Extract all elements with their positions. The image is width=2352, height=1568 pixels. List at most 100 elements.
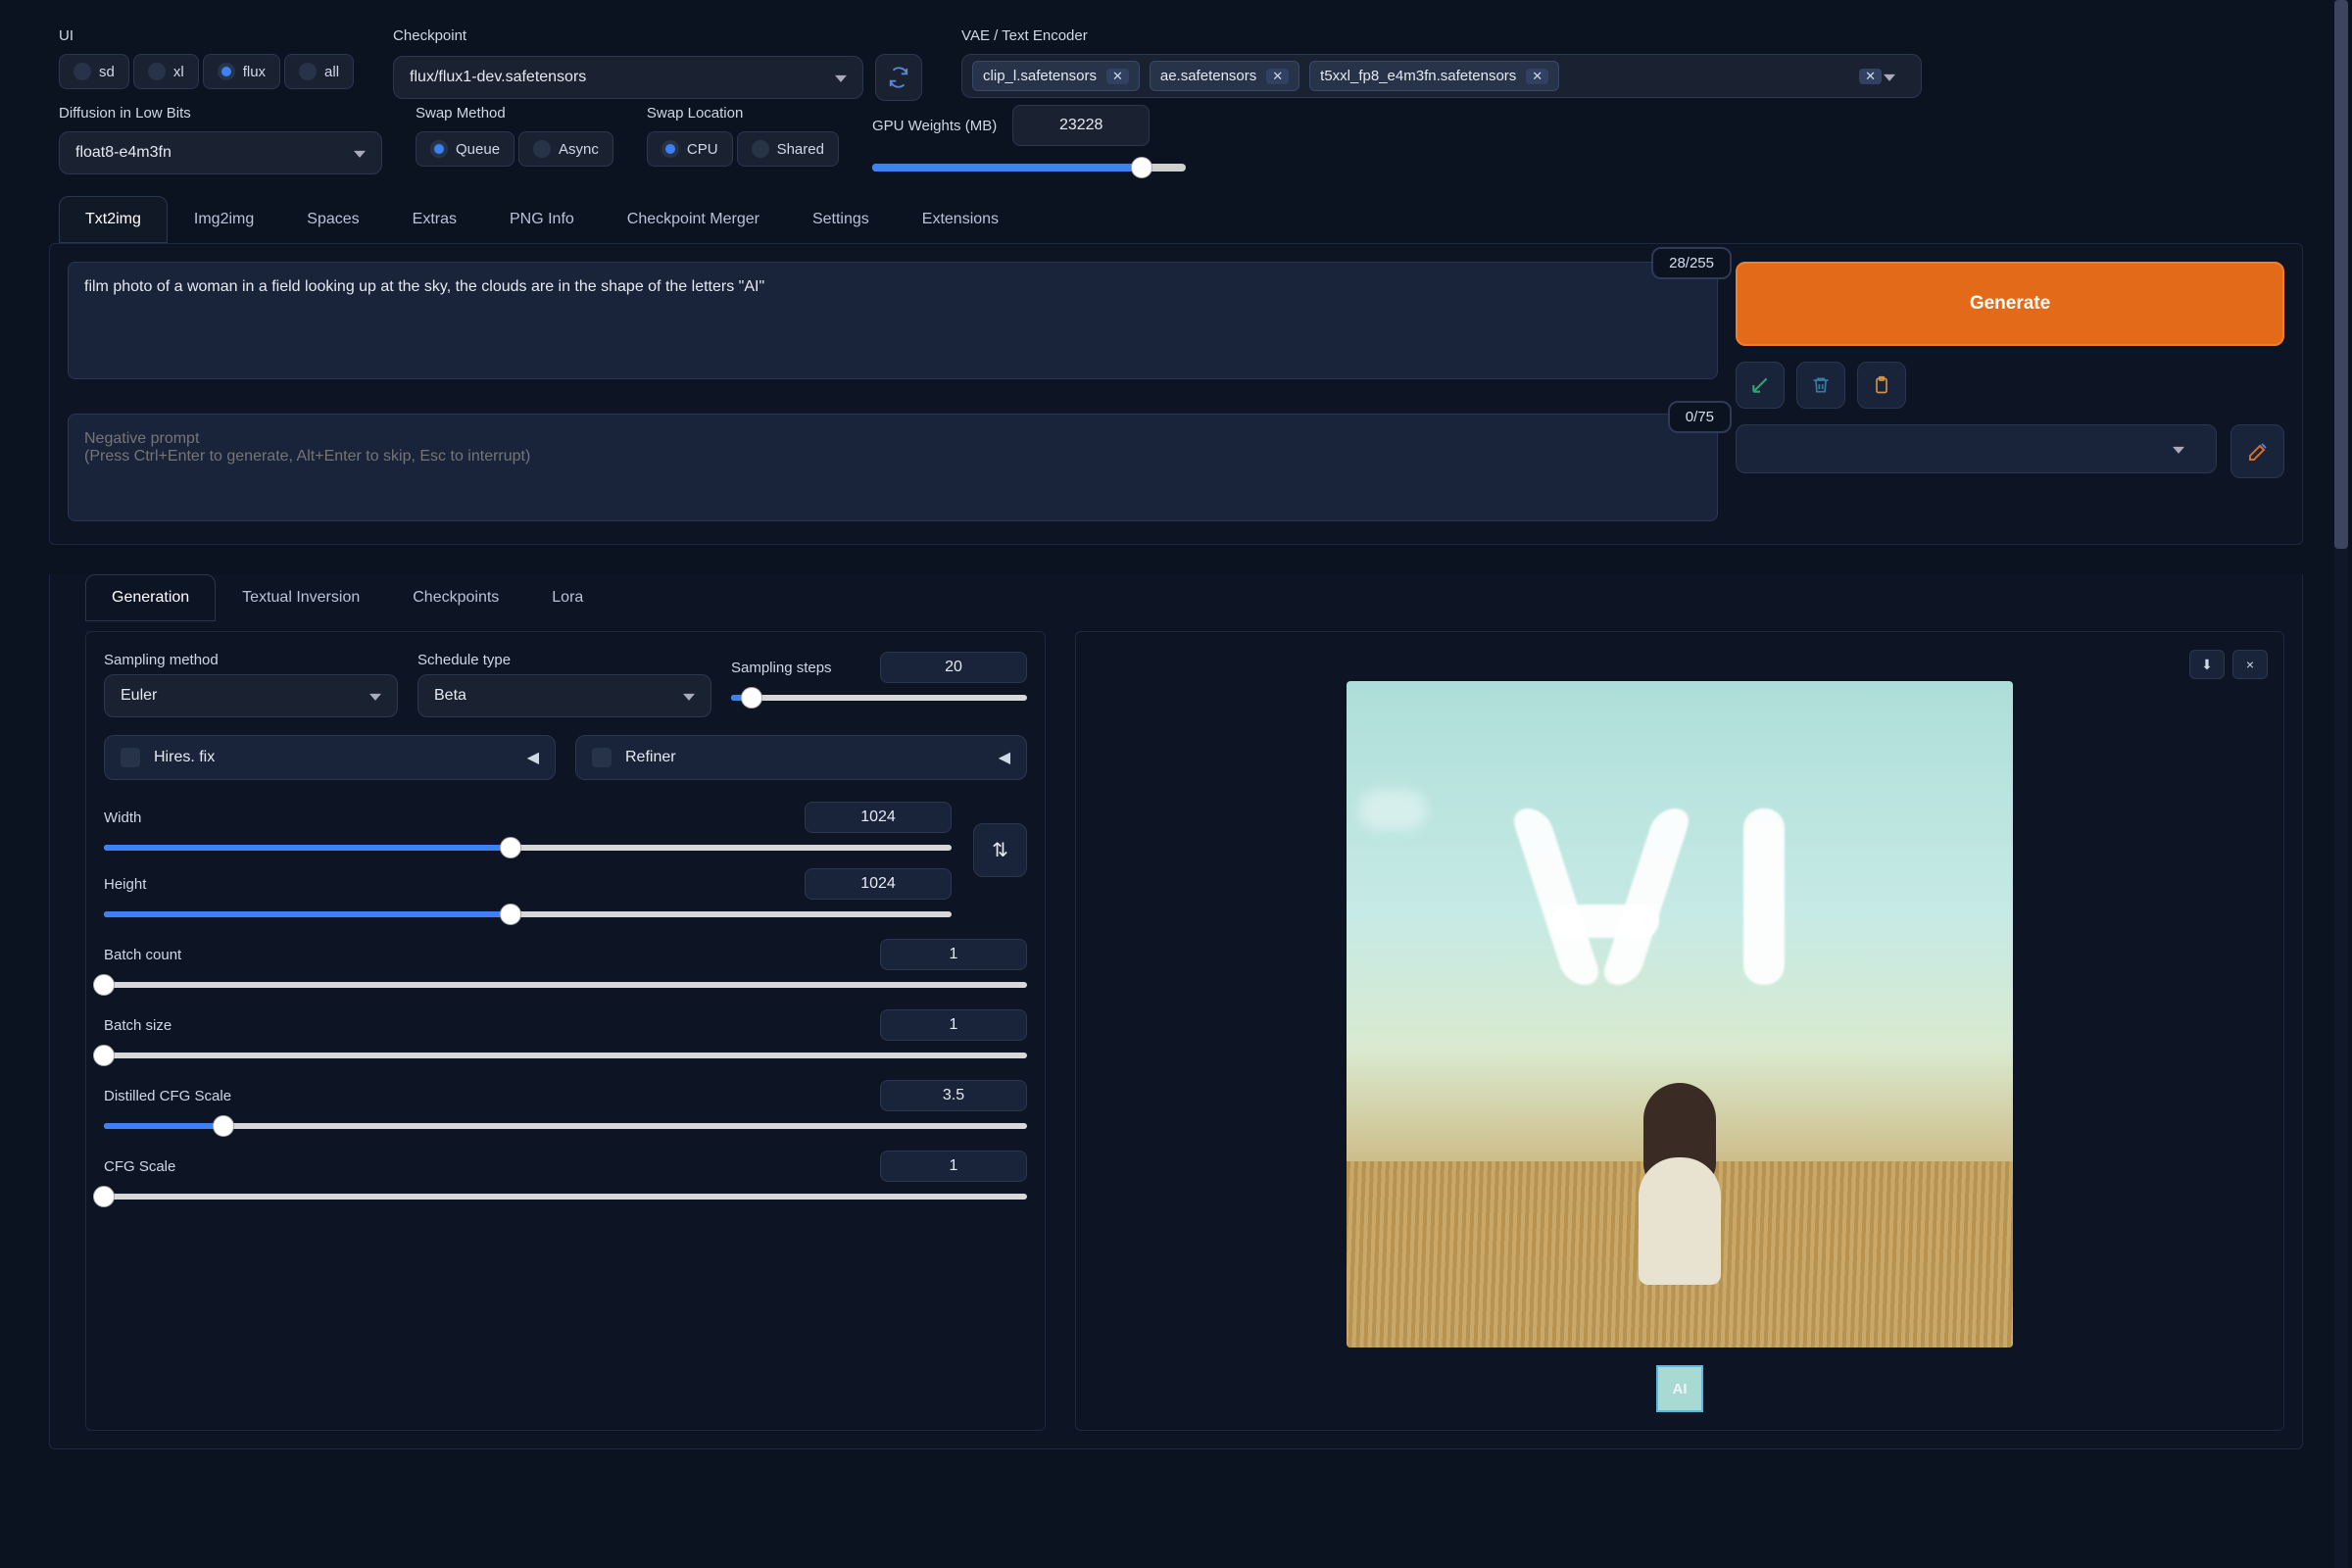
dcfg-value[interactable]: 3.5 <box>880 1080 1027 1111</box>
download-button[interactable]: ⬇ <box>2189 650 2225 679</box>
width-label: Width <box>104 809 805 826</box>
batch-size-slider[interactable] <box>104 1053 1027 1058</box>
width-value[interactable]: 1024 <box>805 802 952 833</box>
dcfg-block: Distilled CFG Scale3.5 <box>104 1080 1027 1129</box>
batch-size-value[interactable]: 1 <box>880 1009 1027 1041</box>
ui-option-xl[interactable]: xl <box>133 54 199 89</box>
vae-label: VAE / Text Encoder <box>961 27 1922 44</box>
lowbits-select[interactable]: float8-e4m3fn <box>59 131 382 174</box>
checkpoint-col: Checkpoint flux/flux1-dev.safetensors <box>393 27 922 101</box>
chip-remove-icon[interactable]: ✕ <box>1526 69 1548 84</box>
tab-extensions[interactable]: Extensions <box>896 196 1025 243</box>
collapse-icon: ◀ <box>527 748 539 767</box>
woman-figure <box>1636 1083 1724 1289</box>
checkbox-icon <box>121 748 140 767</box>
tab-txt2img[interactable]: Txt2img <box>59 196 168 243</box>
tab-pnginfo[interactable]: PNG Info <box>483 196 601 243</box>
scrollbar-thumb[interactable] <box>2334 0 2348 549</box>
negative-prompt-input[interactable] <box>68 414 1718 521</box>
prompt-input[interactable] <box>68 262 1718 379</box>
tab-settings[interactable]: Settings <box>786 196 896 243</box>
vae-dropdown-toggle[interactable]: ✕ <box>1859 69 1911 84</box>
subtab-generation[interactable]: Generation <box>85 574 216 621</box>
thumbnail-row: AI <box>1092 1365 2268 1412</box>
output-image[interactable] <box>1347 681 2013 1348</box>
tab-ckpt-merger[interactable]: Checkpoint Merger <box>601 196 786 243</box>
copy-button[interactable] <box>1857 362 1906 409</box>
cfg-label: CFG Scale <box>104 1158 880 1175</box>
cfg-block: CFG Scale1 <box>104 1151 1027 1200</box>
ui-option-sd[interactable]: sd <box>59 54 129 89</box>
sampling-method-select[interactable]: Euler <box>104 674 398 717</box>
steps-label: Sampling steps <box>731 660 880 676</box>
sampling-method-col: Sampling method Euler <box>104 652 398 717</box>
style-select[interactable] <box>1736 424 2217 473</box>
swap-method-group: Queue Async <box>416 131 613 167</box>
output-panel: ⬇ × AI <box>1075 631 2284 1431</box>
generation-panel: Sampling method Euler Schedule type Beta… <box>85 631 1046 1431</box>
action-icons <box>1736 362 2284 409</box>
generate-button[interactable]: Generate <box>1736 262 2284 346</box>
swap-loc-cpu[interactable]: CPU <box>647 131 733 167</box>
swap-method-queue[interactable]: Queue <box>416 131 514 167</box>
brush-icon <box>2246 440 2270 464</box>
vae-chipbox[interactable]: clip_l.safetensors✕ ae.safetensors✕ t5xx… <box>961 54 1922 98</box>
batch-size-block: Batch size1 <box>104 1009 1027 1058</box>
swap-method-col: Swap Method Queue Async <box>416 105 613 167</box>
height-value[interactable]: 1024 <box>805 868 952 900</box>
subtab-lora[interactable]: Lora <box>525 574 610 621</box>
ui-option-flux[interactable]: flux <box>203 54 280 89</box>
swap-dimensions-button[interactable]: ⇅ <box>973 823 1027 877</box>
cloud-letters <box>1518 799 1841 1004</box>
slider-fill <box>872 164 1142 172</box>
checkpoint-select[interactable]: flux/flux1-dev.safetensors <box>393 56 863 99</box>
batch-size-label: Batch size <box>104 1017 880 1034</box>
vae-chip-ae[interactable]: ae.safetensors✕ <box>1150 61 1299 91</box>
schedule-select[interactable]: Beta <box>417 674 711 717</box>
chip-remove-icon[interactable]: ✕ <box>1266 69 1289 84</box>
vae-clear-all-icon[interactable]: ✕ <box>1859 69 1882 84</box>
gpu-input[interactable] <box>1012 105 1150 146</box>
gpu-col: GPU Weights (MB) <box>872 105 1186 172</box>
slider-thumb[interactable] <box>1131 157 1152 178</box>
subtab-textual-inversion[interactable]: Textual Inversion <box>216 574 386 621</box>
lowbits-col: Diffusion in Low Bits float8-e4m3fn <box>59 105 382 174</box>
close-output-button[interactable]: × <box>2232 650 2268 679</box>
swap-loc-shared[interactable]: Shared <box>737 131 839 167</box>
height-slider[interactable] <box>104 911 952 917</box>
cfg-slider[interactable] <box>104 1194 1027 1200</box>
tab-extras[interactable]: Extras <box>386 196 483 243</box>
radio-dot <box>662 140 679 158</box>
refresh-icon <box>888 67 909 88</box>
paste-button[interactable] <box>1736 362 1785 409</box>
swap-loc-col: Swap Location CPU Shared <box>647 105 839 167</box>
scrollbar[interactable] <box>2334 0 2348 1568</box>
hires-toggle[interactable]: Hires. fix◀ <box>104 735 556 780</box>
txt2img-canvas: 28/255 0/75 Generate <box>49 243 2303 545</box>
width-slider[interactable] <box>104 845 952 851</box>
ui-option-all[interactable]: all <box>284 54 354 89</box>
chip-remove-icon[interactable]: ✕ <box>1106 69 1129 84</box>
clear-button[interactable] <box>1796 362 1845 409</box>
vae-chip-clip[interactable]: clip_l.safetensors✕ <box>972 61 1140 91</box>
steps-slider[interactable] <box>731 695 1027 701</box>
output-thumbnail[interactable]: AI <box>1656 1365 1703 1412</box>
refiner-toggle[interactable]: Refiner◀ <box>575 735 1027 780</box>
sampling-method-label: Sampling method <box>104 652 398 668</box>
swap-method-async[interactable]: Async <box>518 131 613 167</box>
gpu-slider[interactable] <box>872 164 1186 172</box>
style-edit-button[interactable] <box>2230 424 2284 478</box>
neg-token-counter: 0/75 <box>1668 401 1732 433</box>
batch-count-slider[interactable] <box>104 982 1027 988</box>
dcfg-slider[interactable] <box>104 1123 1027 1129</box>
vae-chip-t5[interactable]: t5xxl_fp8_e4m3fn.safetensors✕ <box>1309 61 1559 91</box>
ui-radio-group: sd xl flux all <box>59 54 354 89</box>
steps-value[interactable]: 20 <box>880 652 1027 683</box>
subtab-checkpoints[interactable]: Checkpoints <box>386 574 525 621</box>
tab-img2img[interactable]: Img2img <box>168 196 280 243</box>
batch-count-label: Batch count <box>104 947 880 963</box>
checkpoint-refresh-button[interactable] <box>875 54 922 101</box>
tab-spaces[interactable]: Spaces <box>280 196 385 243</box>
batch-count-value[interactable]: 1 <box>880 939 1027 970</box>
cfg-value[interactable]: 1 <box>880 1151 1027 1182</box>
